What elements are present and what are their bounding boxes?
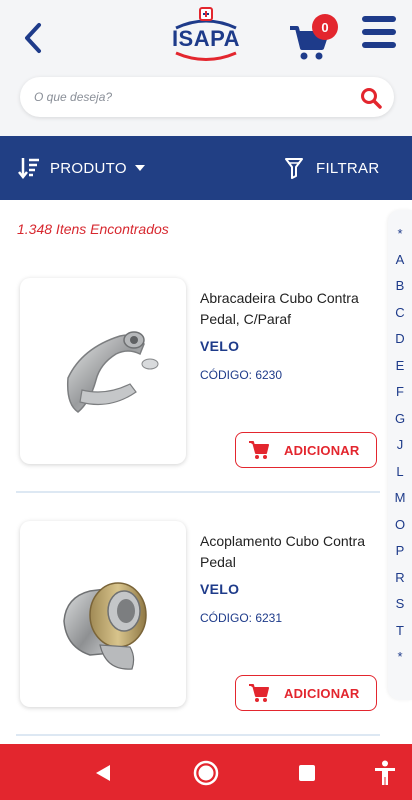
alphabet-index-item[interactable]: O: [388, 517, 412, 532]
search-icon[interactable]: [360, 87, 382, 109]
nav-accessibility-button[interactable]: [370, 758, 400, 788]
hub-coupling-photo-icon: [63, 582, 147, 670]
accessibility-icon: [375, 760, 395, 785]
sort-dropdown[interactable]: PRODUTO: [18, 154, 145, 182]
nav-home-button[interactable]: [191, 758, 221, 788]
nav-recents-button[interactable]: [292, 758, 322, 788]
alphabet-index-item[interactable]: P: [388, 543, 412, 558]
alphabet-index-item[interactable]: L: [388, 464, 412, 479]
product-card: Abracadeira Cubo Contra Pedal, C/Paraf V…: [16, 278, 380, 510]
alphabet-index-item[interactable]: D: [388, 331, 412, 346]
alphabet-index-item[interactable]: M: [388, 490, 412, 505]
alphabet-index-item[interactable]: J: [388, 437, 412, 452]
add-button-label: ADICIONAR: [284, 685, 360, 701]
sort-descending-icon: [18, 158, 39, 180]
add-button-label: ADICIONAR: [284, 442, 360, 458]
back-button[interactable]: [18, 20, 48, 56]
cart-count-badge: 0: [312, 14, 338, 40]
app-screen: ISAPA 0 O que deseja? PRODUTO FILTRAR 1.…: [0, 0, 412, 800]
filter-label: FILTRAR: [316, 159, 380, 177]
alphabet-index-item[interactable]: S: [388, 596, 412, 611]
menu-line-icon: [362, 42, 396, 48]
hamburger-menu-button[interactable]: [362, 16, 398, 50]
isapa-logo[interactable]: ISAPA: [168, 6, 244, 62]
alphabet-index: * A B C D E F G J L M O P R S T *: [388, 210, 412, 700]
app-header: ISAPA 0: [0, 0, 412, 136]
product-card: Acoplamento Cubo Contra Pedal VELO CÓDIG…: [16, 521, 380, 753]
chevron-left-icon: [25, 23, 41, 53]
system-nav-bar: [0, 744, 412, 800]
search-bar: [20, 77, 394, 117]
product-name[interactable]: Acoplamento Cubo Contra Pedal: [200, 531, 370, 573]
alphabet-index-item[interactable]: C: [388, 305, 412, 320]
home-circle-icon: [193, 760, 219, 786]
alphabet-index-item[interactable]: *: [388, 649, 412, 664]
shopping-cart-icon: [249, 684, 269, 702]
funnel-icon: [285, 158, 303, 179]
divider: [16, 734, 380, 736]
alphabet-index-item[interactable]: G: [388, 411, 412, 426]
alphabet-index-item[interactable]: T: [388, 623, 412, 638]
nav-back-button[interactable]: [88, 758, 118, 788]
add-to-cart-button[interactable]: ADICIONAR: [235, 675, 377, 711]
filter-button[interactable]: FILTRAR: [284, 154, 380, 182]
results-count: 1.348 Itens Encontrados: [17, 221, 169, 237]
product-code: CÓDIGO: 6230: [200, 368, 283, 382]
bicycle-clamp-photo-icon: [66, 331, 159, 413]
alphabet-index-item[interactable]: A: [388, 252, 412, 267]
product-brand: VELO: [200, 581, 240, 597]
logo-text: ISAPA: [171, 26, 241, 51]
alphabet-index-item[interactable]: R: [388, 570, 412, 585]
alphabet-index-item[interactable]: E: [388, 358, 412, 373]
alphabet-index-item[interactable]: F: [388, 384, 412, 399]
recents-square-icon: [299, 765, 315, 781]
sort-filter-bar: PRODUTO FILTRAR: [0, 136, 412, 200]
menu-line-icon: [362, 29, 396, 35]
product-image[interactable]: [20, 521, 186, 707]
product-code: CÓDIGO: 6231: [200, 611, 283, 625]
shopping-cart-icon: [249, 441, 269, 459]
product-image[interactable]: [20, 278, 186, 464]
divider: [16, 491, 380, 493]
sort-label: PRODUTO: [50, 159, 127, 177]
back-triangle-icon: [96, 765, 110, 781]
caret-down-icon: [134, 165, 145, 171]
alphabet-index-item[interactable]: *: [388, 226, 412, 241]
product-name[interactable]: Abracadeira Cubo Contra Pedal, C/Paraf: [200, 288, 370, 330]
cart-button[interactable]: 0: [288, 14, 338, 60]
product-brand: VELO: [200, 338, 240, 354]
alphabet-index-item[interactable]: B: [388, 278, 412, 293]
add-to-cart-button[interactable]: ADICIONAR: [235, 432, 377, 468]
menu-line-icon: [362, 16, 396, 22]
search-input[interactable]: [34, 77, 354, 117]
